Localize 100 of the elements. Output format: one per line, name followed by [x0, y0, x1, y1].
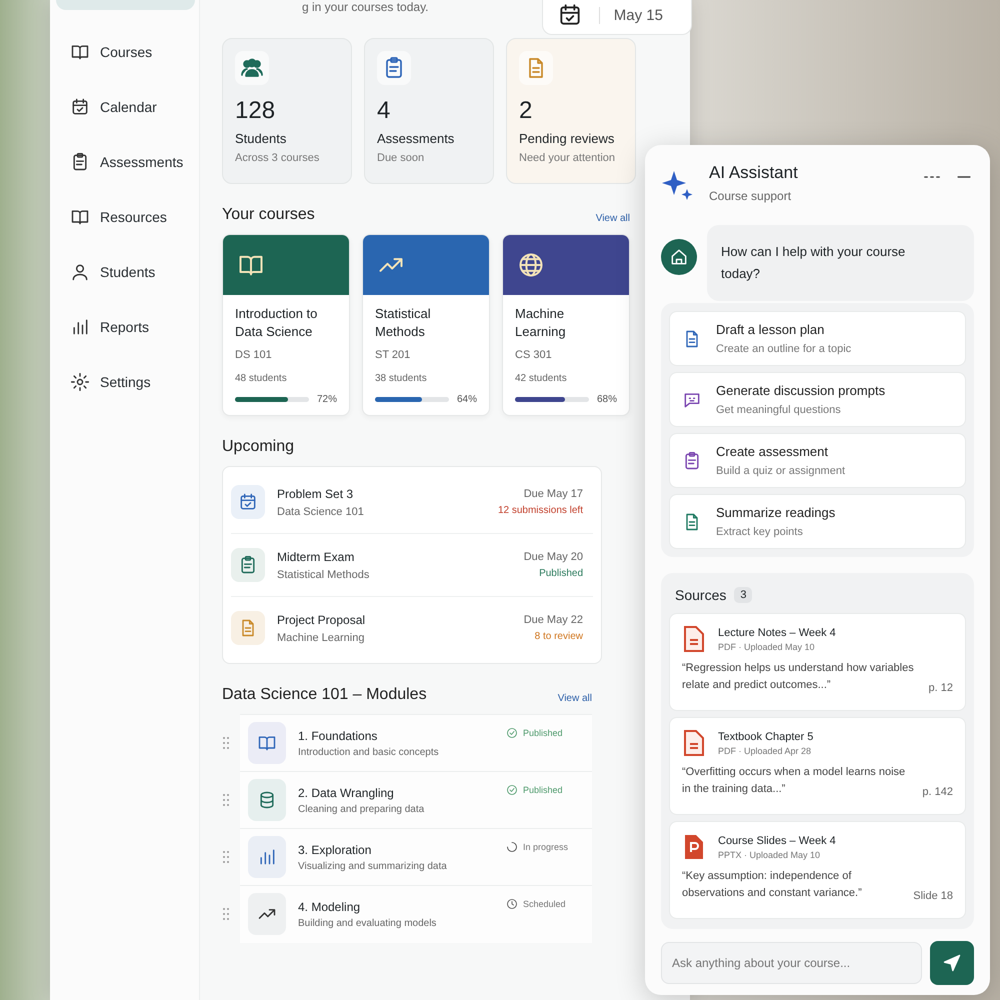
count-badge: 3	[734, 587, 752, 603]
sidebar-item[interactable]: Assessments	[50, 134, 199, 189]
source-meta: PDF · Uploaded Apr 28	[718, 746, 812, 756]
module-row[interactable]: 4. Modeling Building and evaluating models Scheduled	[240, 884, 592, 942]
course-title: Statistical Methods	[375, 305, 432, 341]
module-row[interactable]: 1. Foundations Introduction and basic concepts Published	[240, 714, 592, 772]
section-title: Your courses	[222, 206, 315, 224]
source-title: Lecture Notes – Week 4	[718, 626, 836, 638]
course-name: Statistical Methods	[277, 568, 370, 580]
paper-plane-icon	[942, 953, 962, 973]
sidebar-item[interactable]: Calendar	[50, 79, 199, 134]
view-all-link[interactable]: View all	[558, 693, 592, 704]
suggestion-button[interactable]: Draft a lesson plan Create an outline for a topic	[669, 311, 966, 366]
suggestion-description: Get meaningful questions	[716, 404, 842, 416]
drag-handle-icon[interactable]	[222, 906, 230, 920]
progress-percent: 64%	[456, 394, 477, 405]
module-description: Visualizing and summarizing data	[298, 860, 448, 872]
source-quote: “Overfitting occurs when a model learns noise in the training data...”	[682, 765, 906, 797]
module-title: 4. Modeling	[298, 900, 362, 914]
suggestion-title: Create assessment	[716, 444, 829, 459]
section-title: Data Science 101 – Modules	[222, 686, 427, 704]
status-note: 12 submissions left	[498, 505, 583, 516]
item-title: Midterm Exam	[277, 550, 356, 564]
section-title: Upcoming	[222, 438, 294, 456]
sidebar-item[interactable]: Students	[50, 244, 199, 299]
upcoming-item[interactable]: Problem Set 3 Data Science 101 Due May 17 12 submissions left	[231, 471, 593, 534]
course-title: Machine Learning	[515, 305, 567, 341]
drag-handle-icon[interactable]	[222, 850, 230, 864]
source-card[interactable]: Textbook Chapter 5 PDF · Uploaded Apr 28 “Overfitting occurs when a model learns noise in the training data...” p. 142	[669, 717, 966, 815]
source-title: Textbook Chapter 5	[718, 730, 814, 742]
source-card[interactable]: Lecture Notes – Week 4 PDF · Uploaded May 10 “Regression helps us understand how variables relate and predict outcomes...” p. 12	[669, 613, 966, 711]
sidebar-item[interactable]: Settings	[50, 354, 199, 409]
source-quote: “Key assumption: independence of observations and constant variance.”	[682, 869, 863, 901]
stat-value: 128	[235, 97, 276, 125]
course-card[interactable]: Machine Learning CS 301 42 students 68%	[502, 234, 630, 416]
due-date: Due May 22	[524, 614, 583, 626]
module-description: Building and evaluating models	[298, 918, 438, 928]
chat-message: How can I help with your course today?	[707, 225, 974, 301]
student-count: 48 students	[235, 373, 288, 384]
chat-input[interactable]: Ask anything about your course...	[661, 942, 922, 984]
course-code: CS 301	[515, 349, 553, 361]
source-title: Course Slides – Week 4	[718, 834, 836, 846]
module-description: Cleaning and preparing data	[298, 804, 426, 814]
stat-value: 4	[377, 97, 392, 125]
stat-label: Pending reviews	[519, 131, 616, 146]
source-location: Slide 18	[913, 890, 953, 902]
stat-note: Due soon	[377, 152, 426, 164]
student-count: 42 students	[515, 373, 568, 384]
status-note: 8 to review	[534, 631, 583, 642]
send-button[interactable]	[930, 941, 974, 985]
module-title: 1. Foundations	[298, 728, 378, 742]
source-meta: PPTX · Uploaded May 10	[718, 850, 822, 860]
settings-icon	[70, 372, 90, 392]
course-card[interactable]: Statistical Methods ST 201 38 students 64%	[362, 234, 490, 416]
stat-value: 2	[519, 97, 534, 125]
sidebar-item[interactable]: Resources	[50, 189, 199, 244]
module-description: Introduction and basic concepts	[298, 746, 440, 758]
globe-icon	[517, 251, 545, 279]
drag-handle-icon[interactable]	[222, 736, 230, 750]
person-icon	[70, 262, 90, 282]
sidebar-item[interactable]: Courses	[50, 24, 199, 79]
upcoming-item[interactable]: Project Proposal Machine Learning Due May 22 8 to review	[231, 597, 593, 659]
source-card[interactable]: Course Slides – Week 4 PPTX · Uploaded May 10 “Key assumption: independence of observations and constant variance.” Slide 18	[669, 821, 966, 919]
suggestion-button[interactable]: Generate discussion prompts Get meaningful questions	[669, 372, 966, 427]
module-status: Scheduled	[506, 898, 584, 910]
module-row[interactable]: 3. Exploration Visualizing and summarizing data In progress	[240, 828, 592, 886]
source-quote: “Regression helps us understand how variables relate and predict outcomes...”	[682, 661, 915, 693]
sidebar-item[interactable]: Reports	[50, 299, 199, 354]
suggestion-button[interactable]: Create assessment Build a quiz or assignment	[669, 433, 966, 488]
module-row[interactable]: 2. Data Wrangling Cleaning and preparing data Published	[240, 770, 592, 828]
course-card[interactable]: Introduction to Data Science DS 101 48 students 72%	[222, 234, 350, 416]
due-date: Due May 20	[524, 551, 583, 563]
date-label: May 15	[598, 6, 663, 24]
calendar-icon	[70, 96, 90, 116]
module-status: In progress	[506, 840, 584, 852]
upcoming-item[interactable]: Midterm Exam Statistical Methods Due May 20 Published	[231, 534, 593, 597]
course-title: Introduction to Data Science	[235, 305, 318, 341]
panel-subtitle: Course support	[709, 189, 792, 203]
course-name: Machine Learning	[277, 632, 366, 644]
stat-label: Assessments	[377, 131, 456, 146]
progress-percent: 68%	[596, 394, 617, 405]
suggestion-title: Draft a lesson plan	[716, 322, 826, 337]
module-title: 3. Exploration	[298, 842, 372, 856]
source-location: p. 12	[928, 682, 953, 694]
suggestion-description: Extract key points	[716, 526, 804, 538]
suggestion-button[interactable]: Summarize readings Extract key points	[669, 494, 966, 549]
sources-title: Sources	[675, 587, 726, 603]
suggestion-description: Create an outline for a topic	[716, 343, 852, 355]
suggestion-title: Summarize readings	[716, 505, 836, 520]
drag-handle-icon[interactable]	[222, 792, 230, 806]
item-title: Problem Set 3	[277, 486, 354, 500]
calendar-icon	[238, 492, 258, 512]
page-subtitle: g in your courses today.	[302, 0, 429, 14]
panel-title: AI Assistant	[709, 163, 799, 183]
suggestion-description: Build a quiz or assignment	[716, 465, 846, 477]
view-all-link[interactable]: View all	[596, 213, 630, 224]
due-date: Due May 17	[524, 488, 583, 500]
course-code: ST 201	[375, 349, 412, 361]
more-icon[interactable]	[924, 174, 940, 180]
stat-label: Students	[235, 131, 288, 146]
